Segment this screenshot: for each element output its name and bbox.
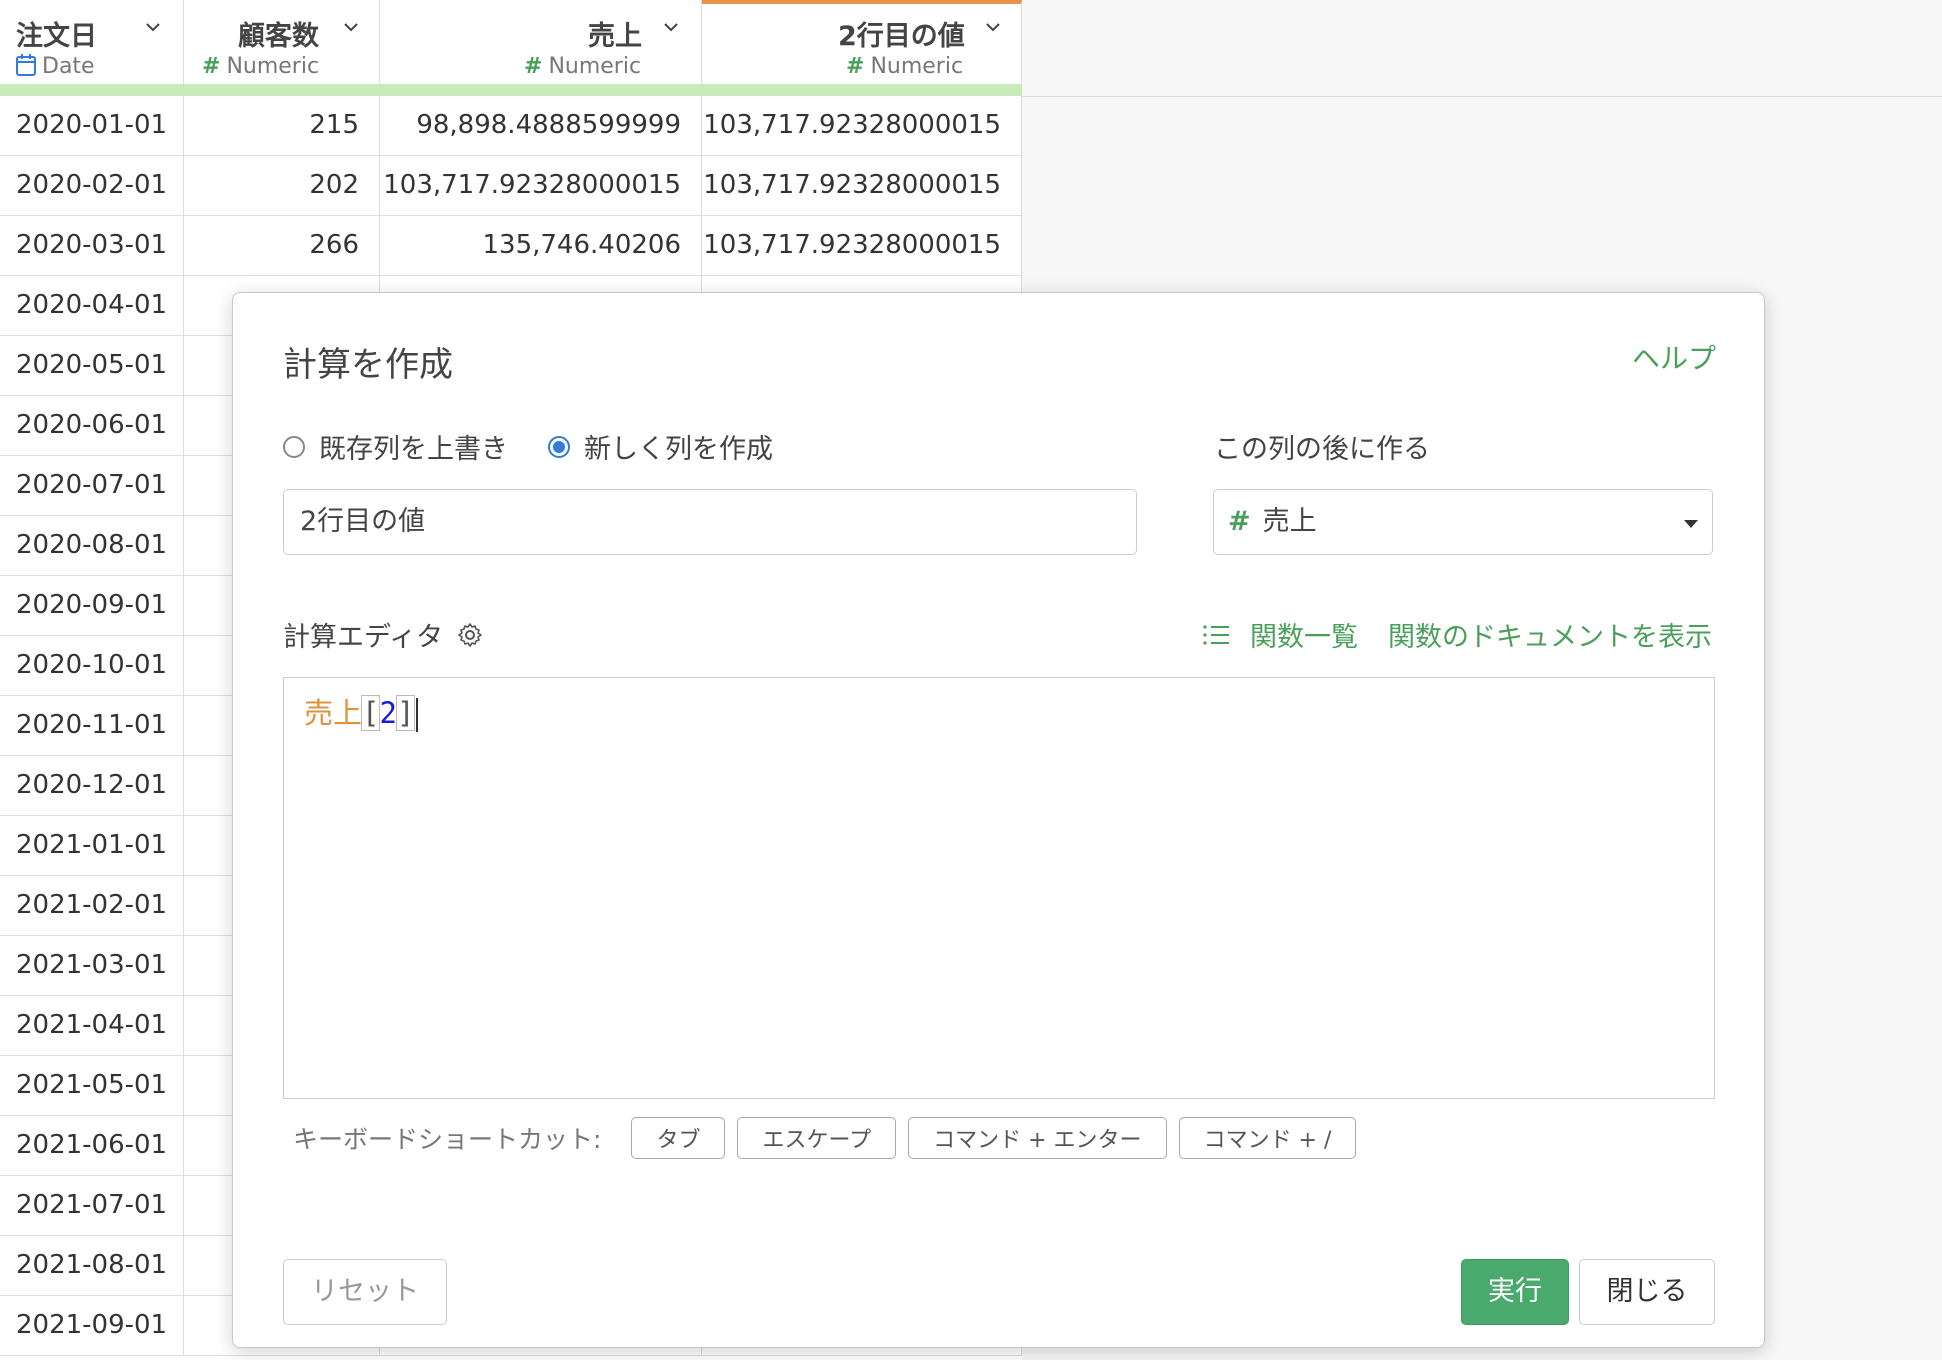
close-button[interactable]: 閉じる — [1579, 1259, 1715, 1325]
text-cursor — [416, 698, 419, 732]
radio-overwrite[interactable] — [283, 435, 305, 458]
table-cell[interactable]: 103,717.92328000015 — [702, 96, 1022, 156]
table-cell[interactable]: 2020-05-01 — [0, 336, 184, 396]
editor-label-row: 計算エディタ — [283, 615, 483, 654]
divider — [1022, 96, 1942, 97]
column-type: # Numeric — [524, 54, 642, 79]
function-links: 関数一覧 関数のドキュメントを表示 — [1202, 615, 1712, 654]
shortcut-tab: タブ — [631, 1117, 726, 1159]
help-link[interactable]: ヘルプ — [1632, 337, 1716, 377]
table-cell[interactable]: 2020-11-01 — [0, 696, 184, 756]
dialog-title: 計算を作成 — [283, 345, 453, 385]
table-cell[interactable]: 2021-05-01 — [0, 1056, 184, 1116]
table-row: 2020-01-01 215 98,898.4888599999 103,717.92… — [0, 96, 1022, 156]
table-cell[interactable]: 2020-04-01 — [0, 276, 184, 336]
function-list-link[interactable]: 関数一覧 — [1250, 615, 1358, 654]
create-calculation-dialog: 計算を作成 ヘルプ 既存列を上書き 新しく列を作成 この列の後に作る 2行目の値… — [232, 292, 1765, 1348]
gear-icon[interactable] — [457, 622, 483, 648]
radio-create-new-label[interactable]: 新しく列を作成 — [584, 427, 773, 466]
table-cell[interactable]: 2020-08-01 — [0, 516, 184, 576]
column-name: 顧客数 — [238, 21, 319, 52]
insert-after-select[interactable]: # 売上 — [1213, 489, 1713, 555]
insert-after-label: この列の後に作る — [1214, 434, 1430, 465]
table-cell[interactable]: 2020-02-01 — [0, 156, 184, 216]
reset-button[interactable]: リセット — [283, 1259, 447, 1325]
shortcut-command-enter: コマンド + エンター — [908, 1117, 1167, 1159]
table-row: 2020-03-01 266 135,746.40206 103,717.923280… — [0, 216, 1022, 276]
table-cell[interactable]: 2020-07-01 — [0, 456, 184, 516]
mode-radio-group: 既存列を上書き 新しく列を作成 — [283, 427, 773, 466]
shortcut-escape: エスケープ — [737, 1117, 897, 1159]
table-cell[interactable]: 2021-04-01 — [0, 996, 184, 1056]
code-line: 売上[2] — [304, 690, 419, 732]
table-cell[interactable]: 2021-02-01 — [0, 876, 184, 936]
table-cell[interactable]: 135,746.40206 — [380, 216, 702, 276]
table-cell[interactable]: 2020-10-01 — [0, 636, 184, 696]
code-bracket-close: ] — [395, 695, 416, 731]
table-cell[interactable]: 2020-06-01 — [0, 396, 184, 456]
table-cell[interactable]: 2021-09-01 — [0, 1296, 184, 1356]
table-cell[interactable]: 2021-03-01 — [0, 936, 184, 996]
radio-create-new[interactable] — [548, 435, 570, 458]
table-cell[interactable]: 215 — [184, 96, 380, 156]
selected-column: 売上 — [1262, 506, 1317, 537]
table-cell[interactable]: 103,717.92328000015 — [380, 156, 702, 216]
numeric-icon: # — [524, 54, 543, 79]
table-cell[interactable]: 202 — [184, 156, 380, 216]
code-bracket-open: [ — [360, 695, 381, 731]
column-header-second-row-value[interactable]: 2行目の値 # Numeric — [702, 0, 1022, 84]
table-cell[interactable]: 2020-01-01 — [0, 96, 184, 156]
table-cell[interactable]: 2020-03-01 — [0, 216, 184, 276]
chevron-down-icon[interactable] — [146, 20, 160, 34]
chevron-down-icon[interactable] — [664, 20, 678, 34]
column-name: 2行目の値 — [838, 21, 965, 52]
radio-overwrite-label[interactable]: 既存列を上書き — [319, 427, 508, 466]
column-type: # Numeric — [202, 54, 320, 79]
data-quality-bar — [0, 84, 1022, 96]
table-cell[interactable]: 2020-09-01 — [0, 576, 184, 636]
table-cell[interactable]: 2021-01-01 — [0, 816, 184, 876]
calculation-editor[interactable]: 売上[2] — [283, 677, 1715, 1099]
calendar-icon — [16, 54, 36, 76]
table-cell[interactable]: 2021-06-01 — [0, 1116, 184, 1176]
table-cell[interactable]: 103,717.92328000015 — [702, 156, 1022, 216]
list-icon[interactable] — [1202, 623, 1230, 647]
keyboard-shortcuts: キーボードショートカット: タブ エスケープ コマンド + エンター コマンド … — [293, 1117, 1357, 1159]
column-header-customers[interactable]: 顧客数 # Numeric — [184, 0, 380, 84]
code-identifier: 売上 — [304, 696, 363, 730]
table-cell[interactable]: 266 — [184, 216, 380, 276]
numeric-icon: # — [202, 54, 221, 79]
table-cell[interactable]: 2021-07-01 — [0, 1176, 184, 1236]
column-type: Date — [16, 54, 95, 79]
numeric-icon: # — [1228, 506, 1251, 537]
column-name: 注文日 — [16, 21, 97, 52]
run-button[interactable]: 実行 — [1461, 1259, 1569, 1325]
column-header-order-date[interactable]: 注文日 Date — [0, 0, 184, 84]
table-cell[interactable]: 2021-08-01 — [0, 1236, 184, 1296]
numeric-icon: # — [846, 54, 865, 79]
table-cell[interactable]: 98,898.4888599999 — [380, 96, 702, 156]
caret-down-icon — [1684, 520, 1698, 528]
code-number: 2 — [379, 696, 397, 730]
function-docs-link[interactable]: 関数のドキュメントを表示 — [1388, 615, 1712, 654]
shortcut-command-slash: コマンド + / — [1178, 1117, 1357, 1159]
column-type: # Numeric — [846, 54, 964, 79]
column-name: 売上 — [588, 21, 642, 52]
column-header-sales[interactable]: 売上 # Numeric — [380, 0, 702, 84]
editor-label: 計算エディタ — [283, 622, 444, 653]
chevron-down-icon[interactable] — [344, 20, 358, 34]
shortcuts-label: キーボードショートカット: — [293, 1125, 602, 1154]
table-cell[interactable]: 103,717.92328000015 — [702, 216, 1022, 276]
table-cell[interactable]: 2020-12-01 — [0, 756, 184, 816]
table-row: 2020-02-01 202 103,717.92328000015 103,717.… — [0, 156, 1022, 216]
chevron-down-icon[interactable] — [986, 20, 1000, 34]
column-name-input[interactable]: 2行目の値 — [283, 489, 1137, 555]
